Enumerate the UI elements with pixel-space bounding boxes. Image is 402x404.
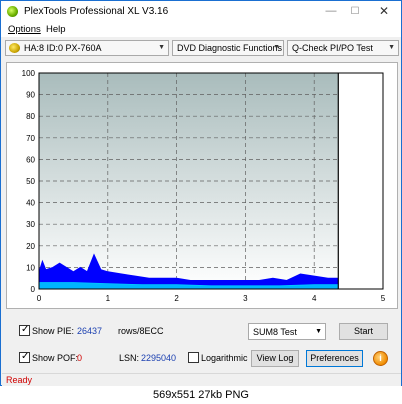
drive-select[interactable]: HA:8 ID:0 PX-760A ▼ xyxy=(5,40,169,56)
x-tick-label: 2 xyxy=(174,294,179,303)
status-bar: Ready xyxy=(2,373,401,386)
test-select[interactable]: Q-Check PI/PO Test ▼ xyxy=(287,40,399,56)
y-tick-label: 40 xyxy=(26,199,35,208)
pie-unit: rows/8ECC xyxy=(118,326,164,336)
image-caption: 569x551 27kb PNG xyxy=(0,386,402,404)
menu-help[interactable]: Help xyxy=(46,24,66,35)
lsn-label: LSN: xyxy=(119,353,140,363)
y-tick-label: 50 xyxy=(26,177,35,186)
y-tick-label: 80 xyxy=(26,112,35,121)
y-tick-label: 100 xyxy=(22,69,36,78)
menu-bar: Options Help xyxy=(1,22,401,37)
plextools-icon xyxy=(7,6,18,17)
pie-value: 26437 xyxy=(77,326,103,336)
unscanned-region xyxy=(338,73,383,289)
preferences-button[interactable]: Preferences xyxy=(306,350,363,367)
show-pie-checkbox[interactable] xyxy=(19,324,30,336)
title-bar: PlexTools Professional XL V3.16 — ☐ ✕ xyxy=(1,1,401,22)
logarithmic-checkbox[interactable] xyxy=(188,352,199,363)
view-log-button[interactable]: View Log xyxy=(251,350,299,367)
pof-value: 0 xyxy=(77,353,83,363)
x-tick-label: 4 xyxy=(312,294,317,303)
chevron-down-icon: ▼ xyxy=(388,44,395,51)
y-tick-label: 90 xyxy=(26,91,35,100)
status-text: Ready xyxy=(6,375,33,385)
y-tick-label: 10 xyxy=(26,263,35,272)
function-select-value: DVD Diagnostic Functions xyxy=(177,43,283,53)
lsn-value: 2295040 xyxy=(141,353,177,363)
x-tick-label: 0 xyxy=(37,294,42,303)
chevron-down-icon: ▼ xyxy=(158,44,165,51)
disc-drive-icon xyxy=(9,43,20,53)
y-tick-label: 60 xyxy=(26,155,35,164)
sum-test-select-value: SUM8 Test xyxy=(253,327,297,337)
start-button[interactable]: Start xyxy=(339,323,388,340)
logarithmic-label: Logarithmic xyxy=(201,353,248,363)
chevron-down-icon: ▼ xyxy=(273,44,280,51)
minimize-button[interactable]: — xyxy=(318,3,344,20)
window-title: PlexTools Professional XL V3.16 xyxy=(24,6,169,17)
y-tick-label: 20 xyxy=(26,242,35,251)
sum-test-select[interactable]: SUM8 Test ▼ xyxy=(248,323,326,340)
function-select[interactable]: DVD Diagnostic Functions ▼ xyxy=(172,40,284,56)
y-tick-label: 30 xyxy=(26,220,35,229)
show-pof-checkbox[interactable] xyxy=(19,351,30,363)
drive-select-value: HA:8 ID:0 PX-760A xyxy=(24,43,102,53)
menu-options[interactable]: Options xyxy=(8,24,41,35)
pi-chart-frame: 100 90 80 70 60 50 40 30 20 10 0 0 1 2 3 4 5 xyxy=(6,62,398,309)
y-tick-label: 70 xyxy=(26,134,35,143)
chevron-down-icon: ▼ xyxy=(315,328,322,335)
info-icon[interactable]: i xyxy=(373,351,388,366)
test-select-value: Q-Check PI/PO Test xyxy=(292,43,373,53)
x-tick-label: 5 xyxy=(381,294,386,303)
pi-chart: 10090807060504030201000 1 2 3 4 5 xyxy=(22,69,386,303)
y-tick-label: 0 xyxy=(31,285,36,294)
maximize-button[interactable]: ☐ xyxy=(342,3,368,20)
x-tick-label: 3 xyxy=(243,294,248,303)
show-pie-label: Show PIE: xyxy=(32,326,75,336)
show-pof-label: Show POF: xyxy=(32,353,79,363)
x-tick-label: 1 xyxy=(106,294,111,303)
app-window: PlexTools Professional XL V3.16 — ☐ ✕ Op… xyxy=(0,0,402,386)
close-button[interactable]: ✕ xyxy=(371,3,397,20)
